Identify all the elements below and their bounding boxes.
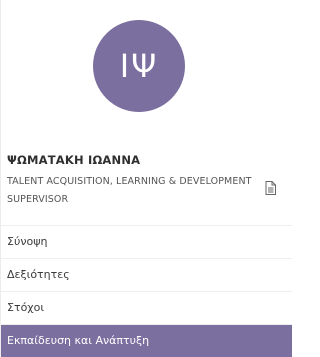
employee-job-title: TALENT ACQUISITION, LEARNING & DEVELOPME… [7, 176, 252, 205]
profile-sidebar: ΙΨ ΨΩΜΑΤΑΚΗ ΙΩΑΝΝΑ TALENT ACQUISITION, L… [0, 0, 292, 357]
menu-item-training-development[interactable]: Εκπαίδευση και Ανάπτυξη [1, 324, 292, 357]
menu-item-goals[interactable]: Στόχοι [1, 291, 292, 324]
avatar: ΙΨ [93, 20, 185, 112]
employee-name: ΨΩΜΑΤΑΚΗ ΙΩΑΝΝΑ [7, 153, 141, 167]
profile-menu: Σύνοψη Δεξιότητες Στόχοι Εκπαίδευση και … [1, 225, 292, 357]
avatar-initials: ΙΨ [119, 47, 159, 85]
document-icon[interactable] [263, 180, 277, 196]
document-icon-graphic [265, 181, 276, 195]
menu-item-skills[interactable]: Δεξιότητες [1, 258, 292, 291]
menu-item-summary[interactable]: Σύνοψη [1, 225, 292, 258]
